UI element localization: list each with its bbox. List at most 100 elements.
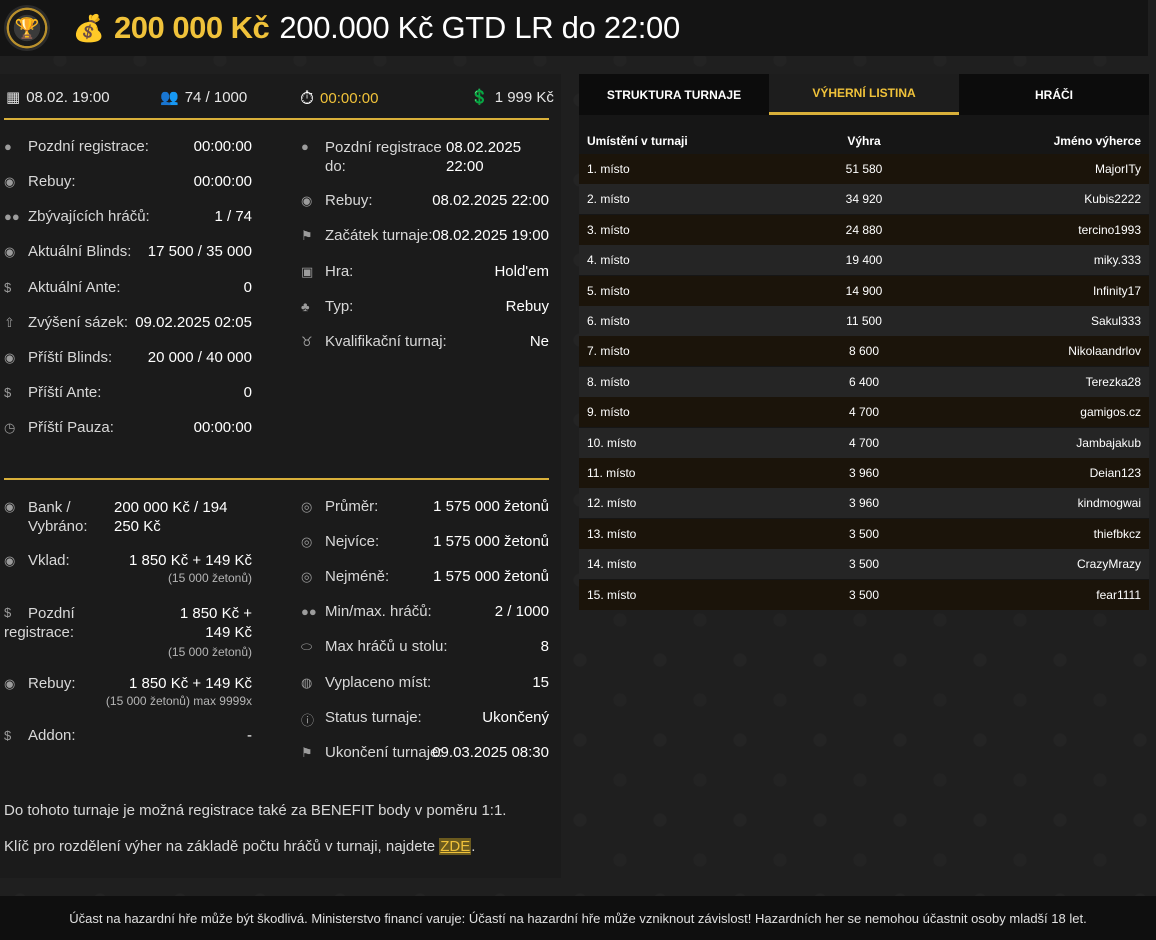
winner-cell: Kubis2222	[1084, 192, 1141, 207]
winner-cell: Infinity17	[1092, 283, 1141, 298]
money-bag-icon: 💰	[72, 12, 106, 43]
chip-icon: ◎	[301, 569, 313, 584]
deposit-chips: (15 000 žetonů)	[167, 571, 252, 585]
flag-icon: ⚑	[301, 745, 313, 760]
arrow-up-icon: ⇧	[4, 315, 15, 330]
prize-cell: 3 500	[848, 587, 880, 602]
tab-structure[interactable]: STRUKTURA TURNAJE	[579, 74, 769, 115]
winner-cell: CrazyMrazy	[1076, 557, 1141, 572]
table-row: 12. místo 3 960 kindmogwai	[579, 488, 1149, 519]
cards-icon: ▣	[301, 264, 314, 279]
table-row: 8. místo 6 400 Terezka28	[579, 366, 1149, 397]
table-row: 9. místo 4 700 gamigos.cz	[579, 397, 1149, 428]
place-cell: 13. místo	[587, 526, 637, 541]
benefit-note: Do tohoto turnaje je možná registrace ta…	[4, 802, 507, 819]
stopwatch-icon: ⏱	[300, 88, 315, 108]
coins-icon: ◉	[4, 174, 16, 189]
winner-cell: thiefbkcz	[1093, 526, 1141, 541]
prize-cell: 8 600	[848, 344, 880, 359]
place-cell: 14. místo	[587, 557, 637, 572]
user-icon: ●	[4, 139, 12, 154]
table-row: 13. místo 3 500 thiefbkcz	[579, 518, 1149, 549]
late-registration-value: 1 850 Kč + 149 Kč	[179, 605, 252, 641]
trophy-logo-icon[interactable]: 🏆	[4, 5, 50, 51]
table-row: 4. místo 19 400 miky.333	[579, 245, 1149, 276]
prize-cell: 3 960	[848, 466, 880, 480]
prize-cell: 4 700	[848, 405, 880, 420]
winner-cell: miky.333	[1093, 253, 1141, 268]
users-icon: ●●	[4, 209, 20, 224]
users-icon: ●●	[301, 604, 317, 619]
table-row: 1. místo 51 580 MajorITy	[579, 154, 1149, 184]
place-cell: 3. místo	[587, 222, 630, 237]
table-row: 10. místo 4 700 Jambajakub	[579, 427, 1149, 458]
tab-players[interactable]: HRÁČI	[959, 74, 1149, 115]
bank-value: 200 000 Kč / 194 250 Kč	[114, 499, 228, 535]
prize-cell: 19 400	[845, 253, 883, 268]
tournament-prize: 200 000 Kč	[114, 10, 270, 45]
calendar-icon: ▦	[6, 89, 21, 106]
start-date-value: 08.02. 19:00	[26, 88, 110, 106]
place-cell: 11. místo	[587, 466, 636, 480]
dollar-icon: $	[4, 385, 12, 400]
prize-cell: 3 500	[848, 557, 880, 572]
player-count-value: 74 / 1000	[184, 88, 248, 106]
dollar-icon: $	[4, 728, 12, 743]
winner-cell: tercino1993	[1078, 222, 1141, 237]
late-registration-chips: (15 000 žetonů)	[167, 645, 252, 659]
divider	[4, 118, 549, 120]
tournament-name: 200.000 Kč GTD LR do 22:00	[279, 10, 680, 45]
prize-cell: 24 880	[845, 222, 883, 237]
tournament-info-panel: ▦ 08.02. 19:00 👥 74 / 1000 ⏱ 00:00:00 💲 …	[0, 74, 561, 878]
bank-label: Bank / Vybráno:	[28, 499, 88, 535]
place-cell: 10. místo	[587, 435, 637, 450]
prize-cell: 3 500	[848, 526, 880, 541]
table-row: 7. místo 8 600 Nikolaandrlov	[579, 336, 1149, 367]
gambling-warning-footer: Účast na hazardní hře může být škodlivá.…	[0, 896, 1156, 940]
deposit-value: 1 850 Kč + 149 Kč	[128, 552, 252, 569]
info-icon: ⓘ	[301, 713, 315, 728]
place-cell: 1. místo	[587, 162, 630, 176]
place-cell: 15. místo	[587, 587, 637, 602]
start-date: ▦ 08.02. 19:00	[6, 88, 110, 107]
buyin: 💲 1 999 Kč	[470, 88, 554, 107]
prize-cell: 34 920	[845, 192, 883, 207]
summary-row: ▦ 08.02. 19:00 👥 74 / 1000 ⏱ 00:00:00 💲 …	[0, 74, 561, 120]
prize-cell: 14 900	[845, 283, 883, 298]
chip-icon: ◎	[301, 499, 313, 514]
table-icon: ⬭	[301, 639, 313, 654]
table-header: Umístění v turnaji Výhra Jméno výherce	[587, 134, 1141, 148]
prize-cell: 51 580	[845, 162, 883, 176]
coins-icon: ◉	[4, 553, 16, 568]
winner-cell: fear1111	[1096, 587, 1141, 602]
flag-icon: ⚑	[301, 228, 313, 243]
prize-cell: 4 700	[848, 435, 880, 450]
prize-cell: 6 400	[848, 374, 880, 389]
winner-cell: kindmogwai	[1077, 496, 1141, 511]
winner-cell: Terezka28	[1085, 374, 1141, 389]
medal-icon: ♉	[301, 334, 313, 349]
table-row: 6. místo 11 500 Sakul333	[579, 306, 1149, 336]
payout-key-link[interactable]: ZDE	[439, 838, 472, 855]
coins-icon: ◉	[4, 244, 16, 259]
place-cell: 12. místo	[587, 496, 637, 511]
place-cell: 6. místo	[587, 314, 630, 328]
clock-icon: ◷	[4, 420, 16, 435]
place-cell: 8. místo	[587, 374, 630, 389]
place-cell: 4. místo	[587, 253, 630, 268]
money-icon: 💲	[470, 89, 489, 106]
tab-payout-list[interactable]: VÝHERNÍ LISTINA	[769, 74, 959, 115]
payout-key-note: Klíč pro rozdělení výher na základě počt…	[4, 838, 476, 855]
prize-cell: 11 500	[846, 314, 882, 328]
coins-icon: ◉	[4, 350, 16, 365]
rebuy-value: 1 850 Kč + 149 Kč	[128, 675, 252, 692]
table-row: 2. místo 34 920 Kubis2222	[579, 184, 1149, 215]
place-cell: 5. místo	[587, 283, 630, 298]
winner-cell: Jambajakub	[1076, 435, 1141, 450]
dollar-icon: $	[4, 280, 12, 295]
coins-icon: ◉	[301, 193, 313, 208]
player-count: 👥 74 / 1000	[160, 88, 248, 107]
buyin-value: 1 999 Kč	[494, 88, 554, 106]
coins-icon: ◉	[4, 676, 16, 691]
winner-cell: Sakul333	[1090, 314, 1141, 328]
